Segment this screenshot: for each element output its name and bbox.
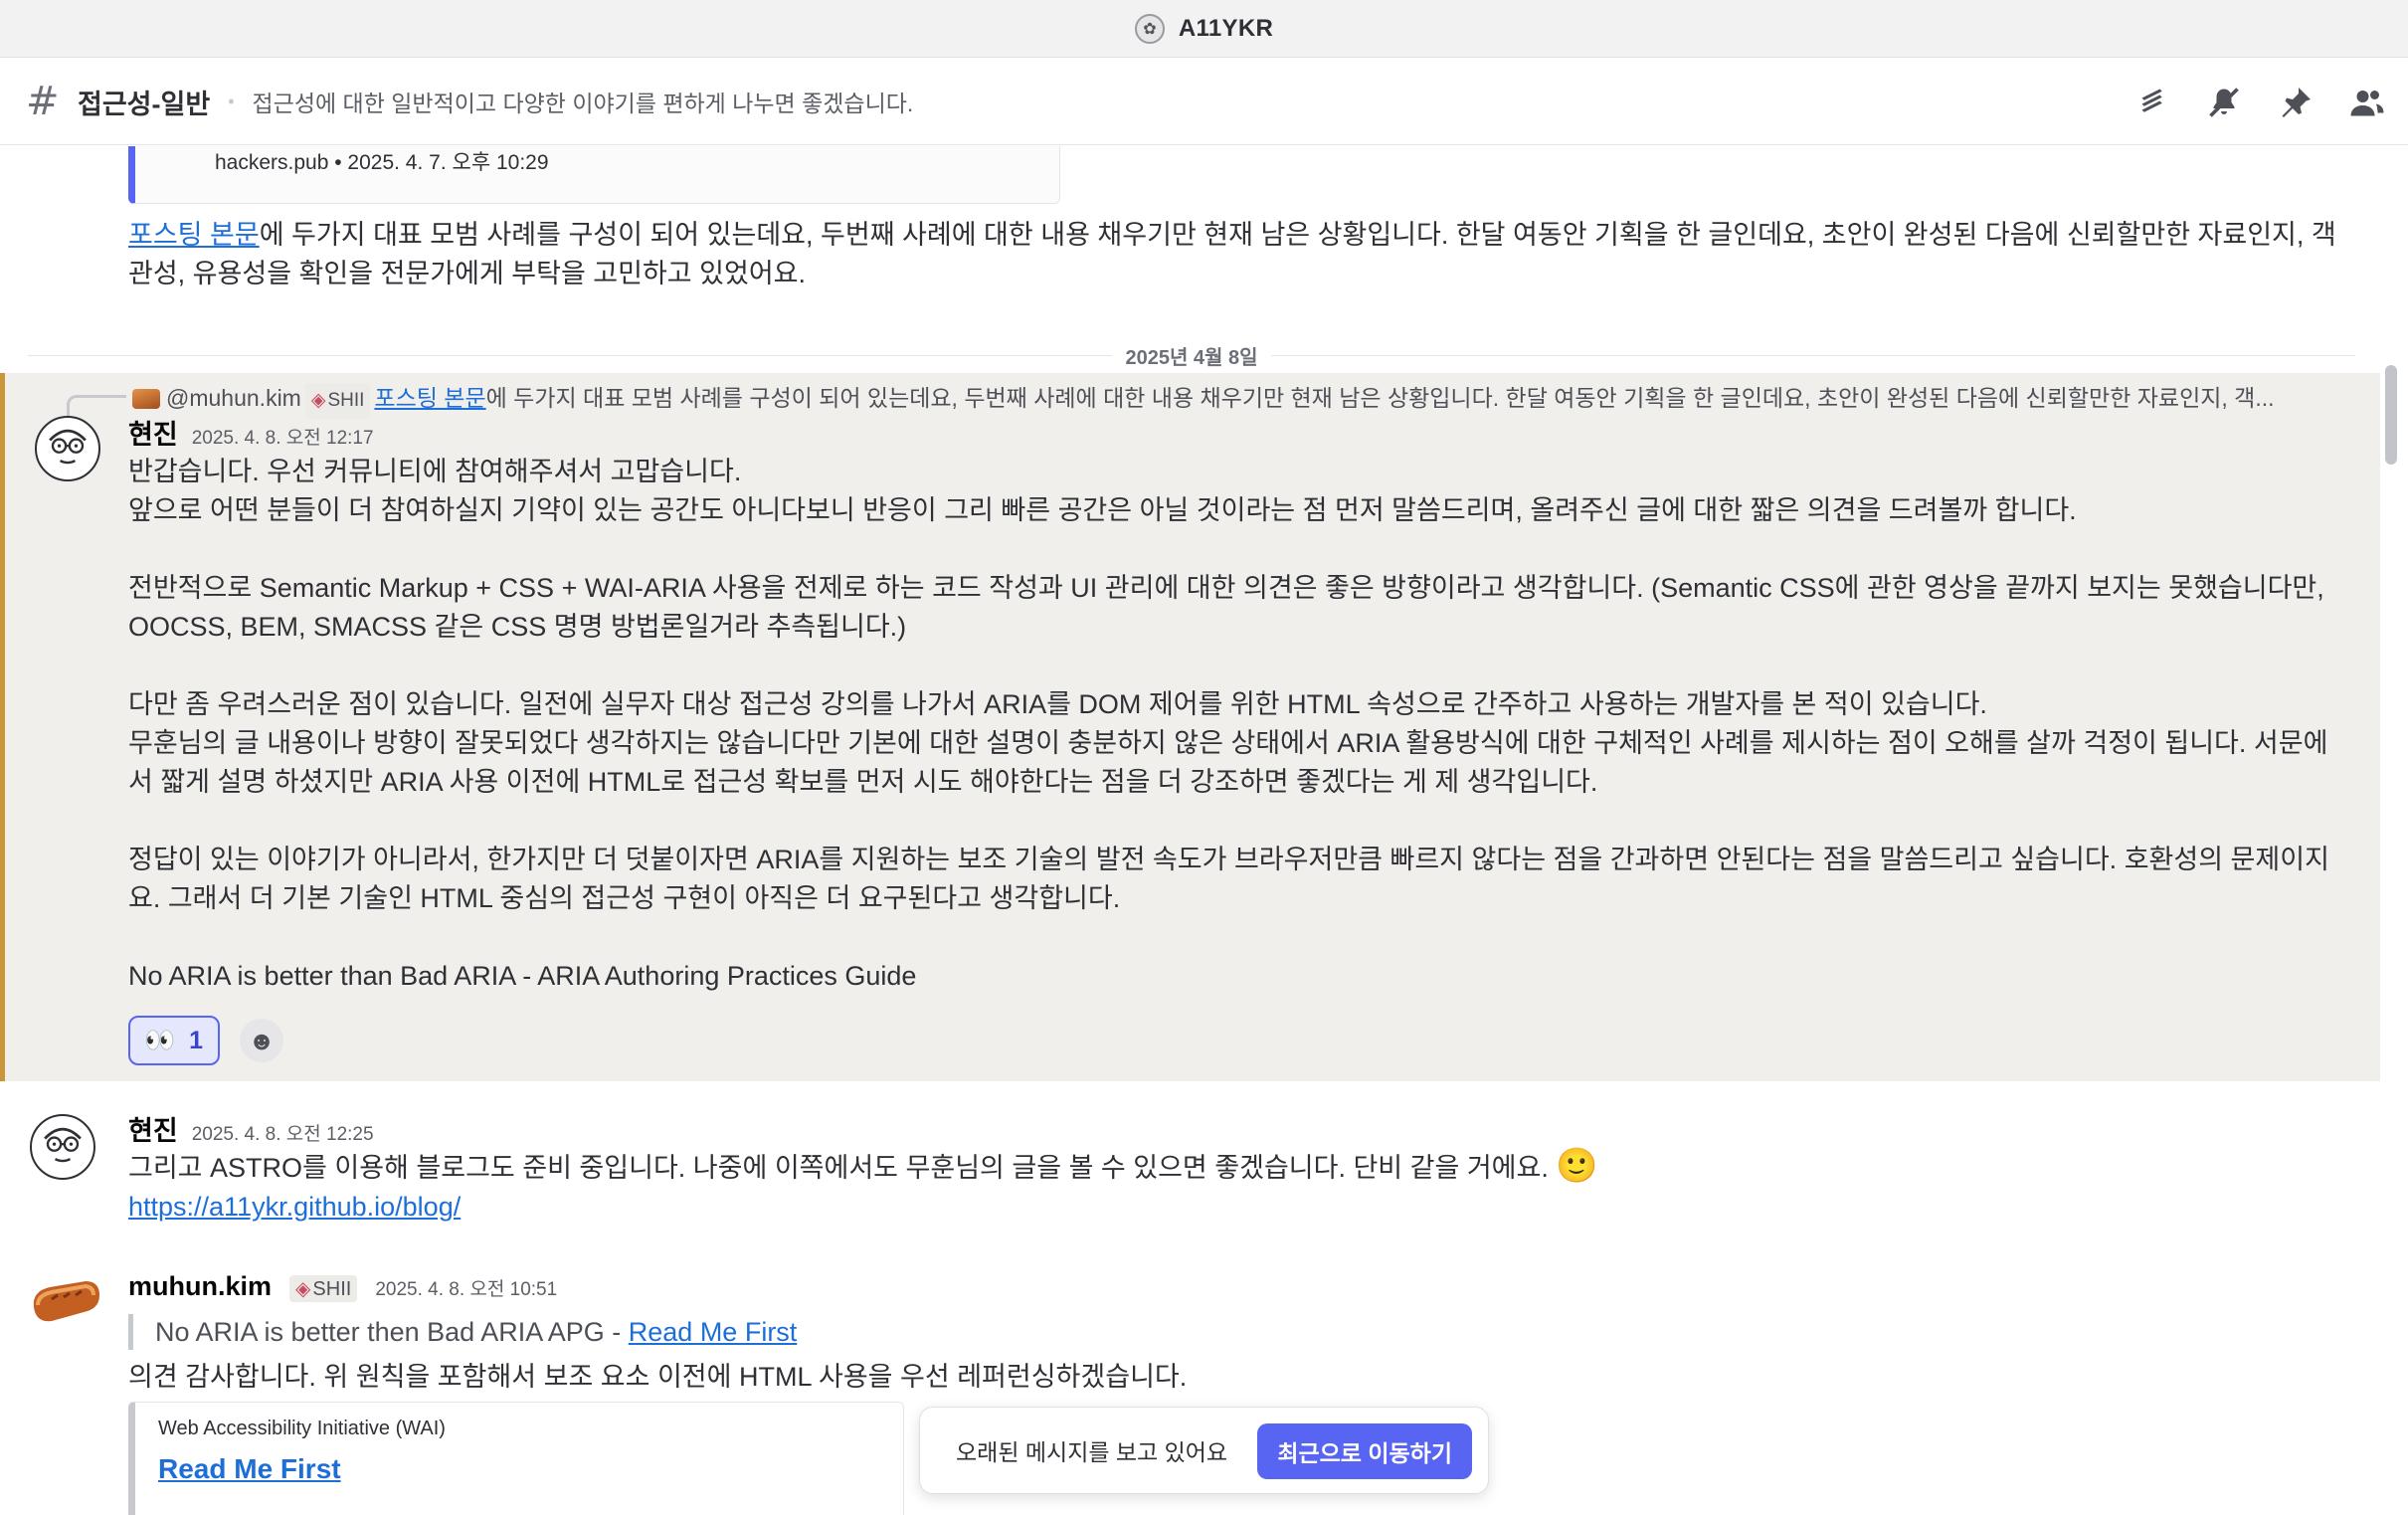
message-header: 현진 2025. 4. 8. 오전 12:17 bbox=[128, 413, 374, 452]
message-header: 현진 2025. 4. 8. 오전 12:25 bbox=[128, 1109, 374, 1148]
post-body-link[interactable]: 포스팅 본문 bbox=[128, 220, 260, 250]
role-label: SHII bbox=[312, 1278, 352, 1300]
window-title: A11YKR bbox=[1178, 14, 1274, 42]
scrollbar-thumb[interactable] bbox=[2385, 365, 2397, 465]
highlighted-message[interactable]: @muhun.kim ◈ SHII 포스팅 본문에 두가지 대표 모범 사례를 구성이… bbox=[0, 373, 2380, 1081]
blog-link[interactable]: https://a11ykr.github.io/blog/ bbox=[128, 1192, 461, 1222]
timestamp: 2025. 4. 8. 오전 10:51 bbox=[375, 1279, 558, 1300]
quote-link[interactable]: Read Me First bbox=[629, 1317, 798, 1347]
role-label: SHII bbox=[327, 390, 365, 411]
message-list[interactable]: hackers.pub • 2025. 4. 7. 오후 10:29 포스팅 본… bbox=[0, 146, 2408, 1515]
reply-connector bbox=[67, 395, 126, 417]
message-line bbox=[128, 647, 2346, 685]
message-text: 포스팅 본문에 두가지 대표 모범 사례를 구성이 되어 있는데요, 두번째 사… bbox=[128, 216, 2346, 293]
message-line bbox=[128, 802, 2346, 841]
older-messages-notice: 오래된 메시지를 보고 있어요 bbox=[956, 1439, 1228, 1465]
scrollbar[interactable] bbox=[2383, 146, 2401, 1515]
message-line: 정답이 있는 이야기가 아니라서, 한가지만 더 덧붙이자면 ARIA를 지원하… bbox=[128, 845, 2329, 913]
reaction-eyes[interactable]: 👀 1 bbox=[128, 1016, 220, 1065]
avatar[interactable] bbox=[30, 1114, 95, 1180]
message-line: 무훈님의 글 내용이나 방향이 잘못되었다 생각하지는 않습니다만 기본에 대한… bbox=[128, 728, 2328, 797]
message-text: 의견 감사합니다. 위 원칙을 포함해서 보조 요소 이전에 HTML 사용을 … bbox=[128, 1362, 1188, 1392]
message-header: muhun.kim ◈ SHII 2025. 4. 8. 오전 10:51 bbox=[128, 1271, 557, 1302]
jump-to-present-button[interactable]: 최근으로 이동하기 bbox=[1257, 1423, 1472, 1479]
reaction-count: 1 bbox=[189, 1026, 204, 1054]
blockquote: No ARIA is better then Bad ARIA APG - Re… bbox=[128, 1314, 1521, 1350]
message-line: 전반적으로 Semantic Markup + CSS + WAI-ARIA 사… bbox=[128, 573, 2324, 642]
smile-emoji: 🙂 bbox=[1556, 1147, 1598, 1185]
message-line: No ARIA is better than Bad ARIA - ARIA A… bbox=[128, 961, 917, 991]
header-separator: • bbox=[228, 91, 235, 111]
reply-author[interactable]: @muhun.kim bbox=[166, 385, 301, 411]
embed-provider: Web Accessibility Initiative (WAI) bbox=[158, 1418, 446, 1439]
server-icon: ✿ bbox=[1134, 13, 1165, 44]
avatar[interactable] bbox=[28, 1273, 103, 1333]
threads-icon[interactable] bbox=[2133, 84, 2171, 121]
message-line: 반갑습니다. 우선 커뮤니티에 참여해주셔서 고맙습니다. bbox=[128, 457, 742, 486]
timestamp: 2025. 4. 8. 오전 12:17 bbox=[191, 428, 374, 449]
link-embed: Web Accessibility Initiative (WAI) Read … bbox=[128, 1402, 904, 1515]
channel-header: # 접근성-일반 • 접근성에 대한 일반적이고 다양한 이야기를 편하게 나누… bbox=[0, 59, 2408, 145]
date-divider: 2025년 4월 8일 bbox=[28, 340, 2355, 370]
message-body: 반갑습니다. 우선 커뮤니티에 참여해주셔서 고맙습니다. 앞으로 어떤 분들이… bbox=[128, 453, 2346, 996]
message-line: 앞으로 어떤 분들이 더 참여하실지 기약이 있는 공간도 아니다보니 반응이 … bbox=[128, 495, 2077, 525]
member-list-icon[interactable] bbox=[2348, 84, 2386, 121]
role-icon: ◈ bbox=[295, 1278, 311, 1300]
message-line: 다만 좀 우려스러운 점이 있습니다. 일전에 실무자 대상 접근성 강의를 나… bbox=[128, 689, 1987, 719]
reply-preview[interactable]: @muhun.kim ◈ SHII 포스팅 본문에 두가지 대표 모범 사례를 구성이… bbox=[132, 381, 2340, 419]
reaction-emoji: 👀 bbox=[144, 1026, 176, 1054]
username[interactable]: muhun.kim bbox=[128, 1271, 272, 1302]
username[interactable]: 현진 bbox=[128, 413, 178, 452]
reactions-bar: 👀 1 ☻ bbox=[128, 1016, 283, 1065]
message-body: 의견 감사합니다. 위 원칙을 포함해서 보조 요소 이전에 HTML 사용을 … bbox=[128, 1358, 2346, 1397]
window-titlebar: ✿ A11YKR bbox=[0, 0, 2408, 58]
face-avatar-icon bbox=[49, 429, 87, 465]
date-divider-label: 2025년 4월 8일 bbox=[1111, 341, 1272, 370]
message-line bbox=[128, 530, 2346, 569]
reply-avatar bbox=[132, 389, 160, 409]
link-embed: hackers.pub • 2025. 4. 7. 오후 10:29 bbox=[128, 146, 1060, 204]
add-reaction-icon[interactable]: ☻ bbox=[240, 1019, 283, 1062]
timestamp: 2025. 4. 8. 오전 12:25 bbox=[191, 1124, 374, 1145]
role-icon: ◈ bbox=[310, 390, 326, 411]
role-badge: ◈ SHII bbox=[289, 1275, 358, 1302]
avatar[interactable] bbox=[35, 416, 100, 481]
username[interactable]: 현진 bbox=[128, 1109, 178, 1148]
message-text: 그리고 ASTRO를 이용해 블로그도 준비 중입니다. 나중에 이쪽에서도 무… bbox=[128, 1153, 1549, 1183]
channel-hash-icon: # bbox=[26, 79, 60, 124]
reply-text: 에 두가지 대표 모범 사례를 구성이 되어 있는데요, 두번째 사례에 대한 … bbox=[485, 385, 2275, 411]
embed-title-link[interactable]: Read Me First bbox=[158, 1453, 341, 1485]
message-text-body: 에 두가지 대표 모범 사례를 구성이 되어 있는데요, 두번째 사례에 대한 … bbox=[128, 220, 2336, 288]
jump-to-present-bar: 오래된 메시지를 보고 있어요 최근으로 이동하기 bbox=[919, 1407, 1489, 1494]
channel-topic[interactable]: 접근성에 대한 일반적이고 다양한 이야기를 편하게 나누면 좋겠습니다. bbox=[253, 85, 914, 118]
message-line bbox=[128, 918, 2346, 957]
bread-avatar-icon bbox=[33, 1281, 99, 1322]
reply-post-link[interactable]: 포스팅 본문 bbox=[374, 385, 485, 411]
embed-meta: hackers.pub • 2025. 4. 7. 오후 10:29 bbox=[215, 151, 549, 174]
pin-icon[interactable] bbox=[2277, 84, 2315, 121]
quote-text: No ARIA is better then Bad ARIA APG - bbox=[155, 1317, 629, 1347]
mute-notifications-icon[interactable] bbox=[2205, 84, 2243, 121]
face-avatar-icon bbox=[44, 1127, 82, 1163]
channel-name: 접근성-일반 bbox=[78, 89, 211, 119]
header-toolbar bbox=[2133, 59, 2386, 145]
message-body: 그리고 ASTRO를 이용해 블로그도 준비 중입니다. 나중에 이쪽에서도 무… bbox=[128, 1147, 2346, 1227]
